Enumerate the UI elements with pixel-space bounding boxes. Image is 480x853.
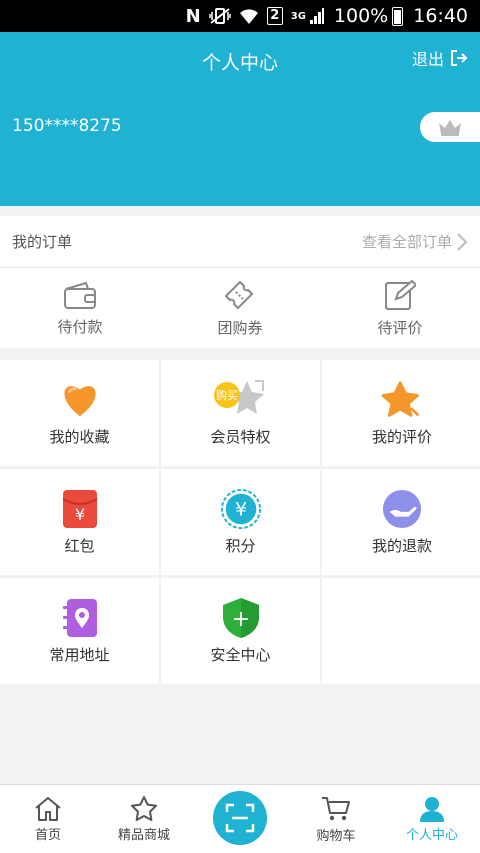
crown-icon: [439, 120, 461, 136]
shield-glyph: +: [231, 607, 249, 632]
home-icon: [35, 796, 61, 821]
logout-label: 退出: [411, 50, 444, 69]
tab-scan[interactable]: [192, 785, 288, 853]
grid-empty-cell: [322, 578, 480, 684]
page-title: 个人中心: [201, 52, 278, 74]
refund-hand-icon: [382, 489, 422, 529]
star-outline-icon: [131, 796, 157, 821]
address-book-icon: [60, 598, 100, 638]
grid-item-address[interactable]: 常用地址: [0, 578, 159, 684]
order-item-label: 待评价: [377, 318, 423, 337]
grid-item-label: 安全中心: [210, 645, 271, 664]
order-group-coupon[interactable]: 团购券: [160, 268, 320, 348]
tab-mall[interactable]: 精品商城: [96, 785, 192, 853]
logout-button[interactable]: 退出: [412, 46, 468, 70]
grid-item-refunds[interactable]: 我的退款: [322, 469, 480, 575]
heart-icon: [60, 380, 100, 420]
wifi-icon: [239, 9, 258, 24]
grid-item-label: 我的收藏: [49, 427, 110, 446]
network-label: 3G: [290, 10, 306, 22]
grid-item-red-envelope[interactable]: ¥ 红包: [0, 469, 159, 575]
tab-label: 首页: [34, 827, 61, 843]
wallet-icon: [64, 281, 96, 309]
user-icon: [420, 796, 444, 822]
coin-glyph: ¥: [234, 498, 246, 520]
battery-icon: [392, 6, 404, 26]
status-icons: N 2 3G: [186, 6, 324, 27]
nfc-icon: N: [185, 5, 201, 27]
grid-item-my-reviews[interactable]: 我的评价: [322, 360, 480, 466]
vibrate-mute-icon: [208, 8, 231, 24]
order-item-label: 待付款: [57, 317, 103, 336]
view-all-orders-label: 查看全部订单: [361, 233, 452, 251]
battery-percent: 100%: [333, 5, 389, 27]
grid-item-favorites[interactable]: 我的收藏: [0, 360, 159, 466]
grid-item-label: 我的退款: [371, 536, 432, 555]
tab-cart[interactable]: 购物车: [288, 785, 384, 853]
bottom-tab-bar: 首页 精品商城 购物车 个人中心: [0, 784, 480, 853]
orders-label: 我的订单: [12, 233, 73, 251]
tab-home[interactable]: 首页: [0, 785, 96, 853]
scan-icon: [225, 803, 255, 833]
grid-item-vip[interactable]: 购买 会员特权: [161, 360, 320, 466]
vip-star-icon: 购买: [211, 379, 271, 420]
shield-icon: +: [221, 597, 261, 638]
grid-item-label: 我的评价: [371, 427, 432, 446]
grid-item-label: 积分: [225, 536, 256, 555]
sim-icon: 2: [266, 7, 283, 25]
view-all-orders-link[interactable]: 查看全部订单: [362, 231, 468, 252]
grid-item-label: 会员特权: [210, 427, 271, 446]
vip-level-button[interactable]: [420, 112, 480, 142]
orders-section: 我的订单 查看全部订单 待付款 团购券 待评价: [0, 216, 480, 348]
star-comment-icon: [382, 380, 422, 420]
clock: 16:40: [413, 5, 468, 27]
edit-icon: [385, 279, 416, 310]
tab-label: 购物车: [316, 828, 356, 844]
order-item-label: 团购券: [217, 318, 263, 337]
vip-badge-text: 购买: [216, 388, 238, 402]
order-pending-review[interactable]: 待评价: [320, 268, 480, 348]
coupon-icon: [224, 280, 254, 309]
feature-grid: 我的收藏 购买 会员特权 我的评价 ¥ 红包 ¥ 积分 我的退款 常用地址 + …: [0, 360, 480, 684]
scan-button[interactable]: [213, 791, 267, 845]
grid-item-points[interactable]: ¥ 积分: [161, 469, 320, 575]
order-pending-payment[interactable]: 待付款: [0, 268, 160, 348]
points-coin-icon: ¥: [220, 488, 261, 529]
grid-item-label: 红包: [64, 536, 95, 555]
status-bar: N 2 3G 100% 16:40: [0, 0, 480, 32]
red-envelope-icon: ¥: [60, 489, 100, 529]
logout-icon: [451, 50, 468, 66]
tab-label: 个人中心: [405, 827, 458, 843]
envelope-glyph: ¥: [74, 505, 84, 524]
grid-item-security[interactable]: + 安全中心: [161, 578, 320, 684]
chevron-right-icon: [457, 232, 468, 251]
grid-item-label: 常用地址: [49, 645, 110, 664]
orders-header[interactable]: 我的订单 查看全部订单: [0, 216, 480, 268]
order-status-row: 待付款 团购券 待评价: [0, 268, 480, 348]
signal-icon: [309, 8, 324, 24]
user-phone[interactable]: 150****8275: [12, 116, 122, 136]
profile-header: 个人中心 退出 150****8275: [0, 32, 480, 206]
tab-profile[interactable]: 个人中心: [384, 785, 480, 853]
cart-icon: [322, 796, 350, 820]
tab-label: 精品商城: [117, 828, 170, 843]
